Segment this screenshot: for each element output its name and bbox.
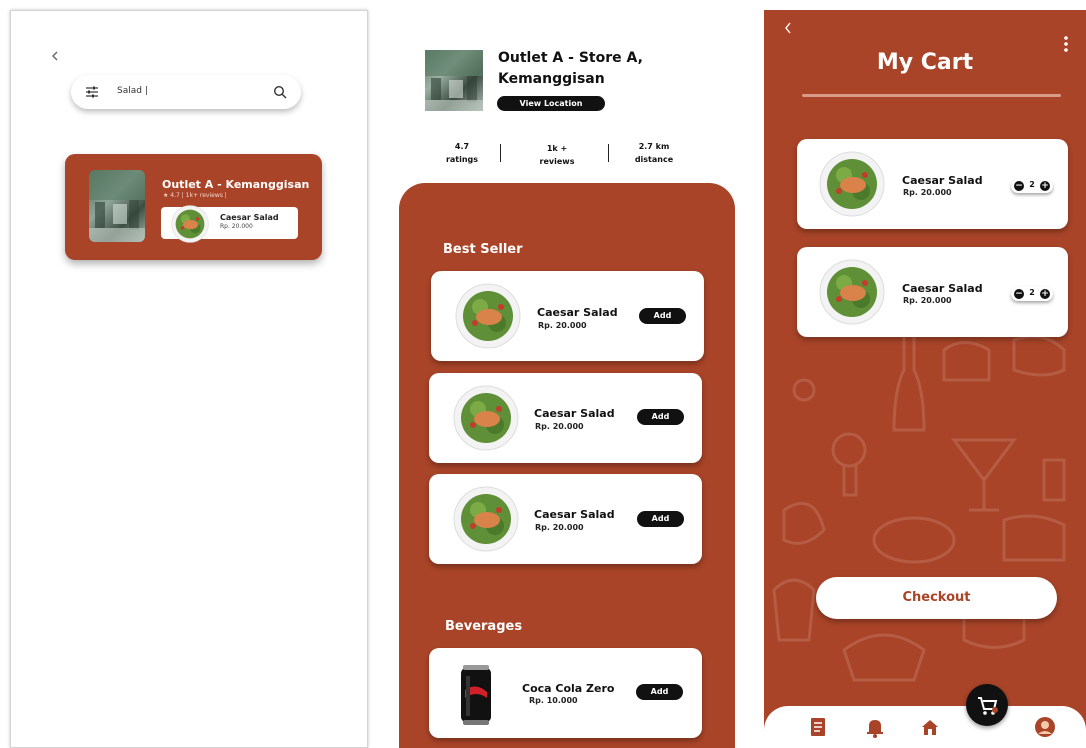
home-icon[interactable] bbox=[919, 716, 941, 738]
plus-icon[interactable]: + bbox=[1040, 181, 1050, 191]
add-button[interactable]: Add bbox=[636, 684, 683, 700]
menu-item-name: Caesar Salad bbox=[534, 508, 615, 521]
view-location-button[interactable]: View Location bbox=[497, 96, 605, 111]
search-input[interactable]: Salad | bbox=[117, 86, 148, 96]
salad-image bbox=[171, 205, 209, 243]
section-title-best-seller: Best Seller bbox=[443, 242, 523, 257]
stat-value: 4.7 bbox=[454, 142, 470, 151]
quantity-stepper[interactable]: − 2 + bbox=[1011, 287, 1053, 301]
food-doodle-pattern bbox=[772, 328, 1066, 682]
cart-item-card[interactable]: Caesar Salad Rp. 20.000 − 2 + bbox=[797, 247, 1068, 337]
divider bbox=[608, 144, 609, 162]
store-screen: Outlet A - Store A, Kemanggisan View Loc… bbox=[399, 28, 735, 748]
salad-image bbox=[819, 151, 885, 217]
result-item-name: Caesar Salad bbox=[220, 213, 279, 222]
store-photo bbox=[425, 50, 483, 111]
menu-item-price: Rp. 20.000 bbox=[538, 321, 587, 330]
quantity-value: 2 bbox=[1029, 288, 1035, 297]
menu-item-card[interactable]: Caesar Salad Rp. 20.000 Add bbox=[429, 474, 702, 564]
quantity-stepper[interactable]: − 2 + bbox=[1011, 179, 1053, 193]
stat-distance: 2.7 km distance bbox=[625, 140, 683, 166]
store-title: Outlet A - Store A, Kemanggisan bbox=[498, 50, 643, 87]
stat-label: reviews bbox=[539, 157, 575, 166]
menu-item-card[interactable]: Coca Cola Zero Rp. 10.000 Add bbox=[429, 648, 702, 738]
page-title: My Cart bbox=[876, 50, 974, 75]
menu-item-price: Rp. 20.000 bbox=[535, 523, 584, 532]
add-button[interactable]: Add bbox=[639, 308, 686, 324]
add-button[interactable]: Add bbox=[637, 409, 684, 425]
menu-item-price: Rp. 10.000 bbox=[529, 696, 578, 705]
chevron-left-icon[interactable] bbox=[784, 22, 792, 38]
menu-item-name: Coca Cola Zero bbox=[522, 682, 615, 695]
sliders-icon[interactable] bbox=[85, 84, 99, 103]
profile-icon[interactable] bbox=[1034, 716, 1056, 738]
checkout-button[interactable]: Checkout bbox=[816, 577, 1057, 619]
result-item-card[interactable]: Caesar Salad Rp. 20.000 bbox=[161, 205, 298, 243]
divider bbox=[500, 144, 501, 162]
cart-item-name: Caesar Salad bbox=[902, 282, 983, 295]
menu-item-card[interactable]: Caesar Salad Rp. 20.000 Add bbox=[431, 271, 704, 361]
stat-value: 2.7 km bbox=[638, 142, 670, 151]
receipt-icon[interactable] bbox=[807, 716, 829, 738]
menu-item-name: Caesar Salad bbox=[534, 407, 615, 420]
store-photo bbox=[89, 170, 145, 242]
stat-value: 1k + bbox=[546, 144, 568, 153]
result-store-meta: ★ 4.7 | 1k+ reviews | bbox=[163, 192, 227, 199]
chevron-left-icon[interactable] bbox=[51, 49, 59, 65]
cart-item-price: Rp. 20.000 bbox=[903, 188, 952, 197]
stat-ratings: 4.7 ratings bbox=[435, 140, 489, 166]
menu-item-name: Caesar Salad bbox=[537, 306, 618, 319]
menu-item-card[interactable]: Caesar Salad Rp. 20.000 Add bbox=[429, 373, 702, 463]
title-underline bbox=[802, 94, 1061, 97]
result-item-price: Rp. 20.000 bbox=[220, 223, 253, 230]
search-screen: Salad | Outlet A - Kemanggisan ★ 4.7 | 1… bbox=[10, 10, 368, 748]
cart-icon[interactable] bbox=[966, 684, 1008, 726]
search-bar[interactable]: Salad | bbox=[71, 75, 301, 109]
cart-item-name: Caesar Salad bbox=[902, 174, 983, 187]
result-store-name: Outlet A - Kemanggisan bbox=[162, 178, 310, 191]
search-result-card[interactable]: Outlet A - Kemanggisan ★ 4.7 | 1k+ revie… bbox=[65, 154, 322, 260]
app-screens: Salad | Outlet A - Kemanggisan ★ 4.7 | 1… bbox=[0, 0, 1086, 748]
salad-image bbox=[453, 385, 519, 451]
add-button[interactable]: Add bbox=[637, 511, 684, 527]
plus-icon[interactable]: + bbox=[1040, 289, 1050, 299]
section-title-beverages: Beverages bbox=[445, 619, 523, 634]
salad-image bbox=[455, 283, 521, 349]
cart-item-card[interactable]: Caesar Salad Rp. 20.000 − 2 + bbox=[797, 139, 1068, 229]
cart-screen: My Cart Caesar Salad Rp. 20.000 − 2 + Ca… bbox=[764, 10, 1086, 748]
stat-label: distance bbox=[634, 155, 674, 164]
minus-icon[interactable]: − bbox=[1014, 181, 1024, 191]
salad-image bbox=[819, 259, 885, 325]
cart-item-price: Rp. 20.000 bbox=[903, 296, 952, 305]
bottom-nav-bar bbox=[764, 706, 1086, 748]
stat-reviews: 1k + reviews bbox=[529, 142, 585, 168]
menu-item-price: Rp. 20.000 bbox=[535, 422, 584, 431]
magnifier-icon[interactable] bbox=[273, 84, 287, 103]
minus-icon[interactable]: − bbox=[1014, 289, 1024, 299]
quantity-value: 2 bbox=[1029, 180, 1035, 189]
salad-image bbox=[453, 486, 519, 552]
stat-label: ratings bbox=[445, 155, 479, 164]
soda-can-image bbox=[459, 664, 493, 730]
bell-icon[interactable] bbox=[864, 716, 886, 738]
